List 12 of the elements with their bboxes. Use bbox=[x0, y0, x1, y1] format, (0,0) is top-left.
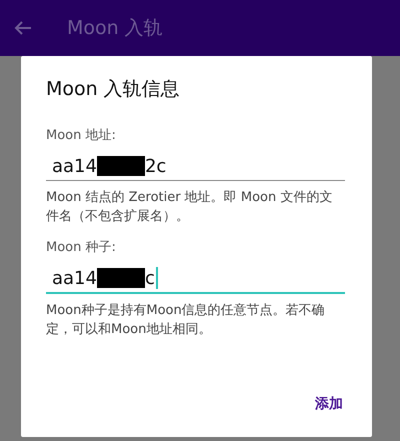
helper-text: Moon种子是持有Moon信息的任意节点。若不确定，可以和Moon地址相同。 bbox=[46, 302, 326, 339]
input-field[interactable]: aa14 2c bbox=[46, 152, 345, 181]
field-label: Moon 地址: bbox=[46, 127, 117, 144]
redaction-block bbox=[96, 268, 145, 288]
app-bar-title: Moon 入轨 bbox=[67, 16, 163, 41]
add-button[interactable]: 添加 bbox=[313, 391, 345, 417]
helper-text: Moon 结点的 Zerotier 地址。即 Moon 文件的文件名（不包含扩展名）。 bbox=[46, 189, 334, 226]
dialog-title: Moon 入轨信息 bbox=[46, 77, 181, 102]
redaction-block bbox=[96, 156, 145, 176]
field-label: Moon 种子: bbox=[46, 239, 117, 256]
text-cursor bbox=[156, 267, 158, 289]
input-field[interactable]: aa14 c bbox=[46, 264, 345, 294]
